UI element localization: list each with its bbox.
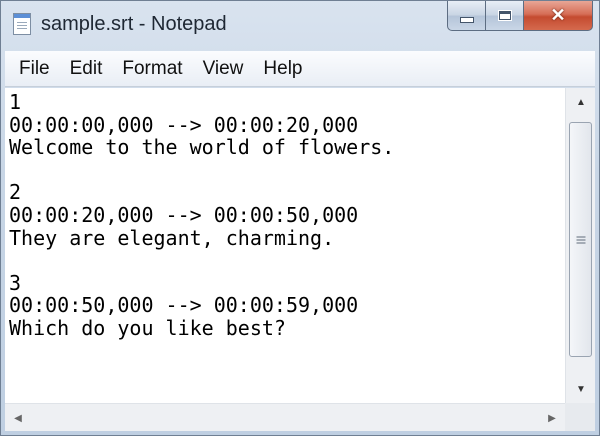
grip-icon xyxy=(576,236,585,243)
minimize-button[interactable] xyxy=(447,1,485,31)
menu-file[interactable]: File xyxy=(11,54,58,84)
notepad-app-icon[interactable] xyxy=(13,13,31,35)
menu-view[interactable]: View xyxy=(195,54,252,84)
text-editor-area[interactable]: 1 00:00:00,000 --> 00:00:20,000 Welcome … xyxy=(5,88,565,403)
vertical-scrollbar[interactable]: ▲ ▼ xyxy=(565,88,595,403)
notepad-window: sample.srt - Notepad ✕ File Edit Format … xyxy=(0,0,600,436)
scrollbar-corner xyxy=(565,403,595,431)
editor-line: 2 xyxy=(9,180,22,205)
maximize-button[interactable] xyxy=(485,1,523,31)
arrow-up-icon: ▲ xyxy=(576,96,586,108)
arrow-down-icon: ▼ xyxy=(576,383,586,395)
arrow-right-icon: ▶ xyxy=(548,412,556,424)
editor-line: 3 xyxy=(9,270,22,295)
title-bar[interactable]: sample.srt - Notepad ✕ xyxy=(1,1,599,49)
close-button[interactable]: ✕ xyxy=(523,1,593,31)
editor-line: 00:00:50,000 --> 00:00:59,000 xyxy=(9,293,359,318)
editor-line: 00:00:00,000 --> 00:00:20,000 xyxy=(9,112,359,137)
minimize-icon xyxy=(459,16,474,23)
maximize-icon xyxy=(497,10,512,21)
scroll-left-button[interactable]: ◀ xyxy=(5,404,31,432)
editor-line: Which do you like best? xyxy=(9,315,286,340)
editor-line: 00:00:20,000 --> 00:00:50,000 xyxy=(9,202,359,227)
menu-edit[interactable]: Edit xyxy=(62,54,111,84)
editor-line: 1 xyxy=(9,90,22,114)
editor-line: They are elegant, charming. xyxy=(9,225,335,250)
caption-buttons: ✕ xyxy=(447,1,593,31)
menu-bar: File Edit Format View Help xyxy=(5,51,595,87)
menu-help[interactable]: Help xyxy=(255,54,310,84)
scroll-down-button[interactable]: ▼ xyxy=(566,375,596,403)
horizontal-scrollbar[interactable]: ◀ ▶ xyxy=(5,403,565,431)
scroll-right-button[interactable]: ▶ xyxy=(539,404,565,432)
editor-content[interactable]: 1 00:00:00,000 --> 00:00:20,000 Welcome … xyxy=(5,88,565,340)
editor-line: Welcome to the world of flowers. xyxy=(9,135,395,160)
window-title: sample.srt - Notepad xyxy=(41,13,227,35)
scroll-up-button[interactable]: ▲ xyxy=(566,88,596,116)
close-icon: ✕ xyxy=(550,5,566,25)
menu-format[interactable]: Format xyxy=(114,54,190,84)
vertical-scroll-thumb[interactable] xyxy=(569,122,592,357)
arrow-left-icon: ◀ xyxy=(14,412,22,424)
